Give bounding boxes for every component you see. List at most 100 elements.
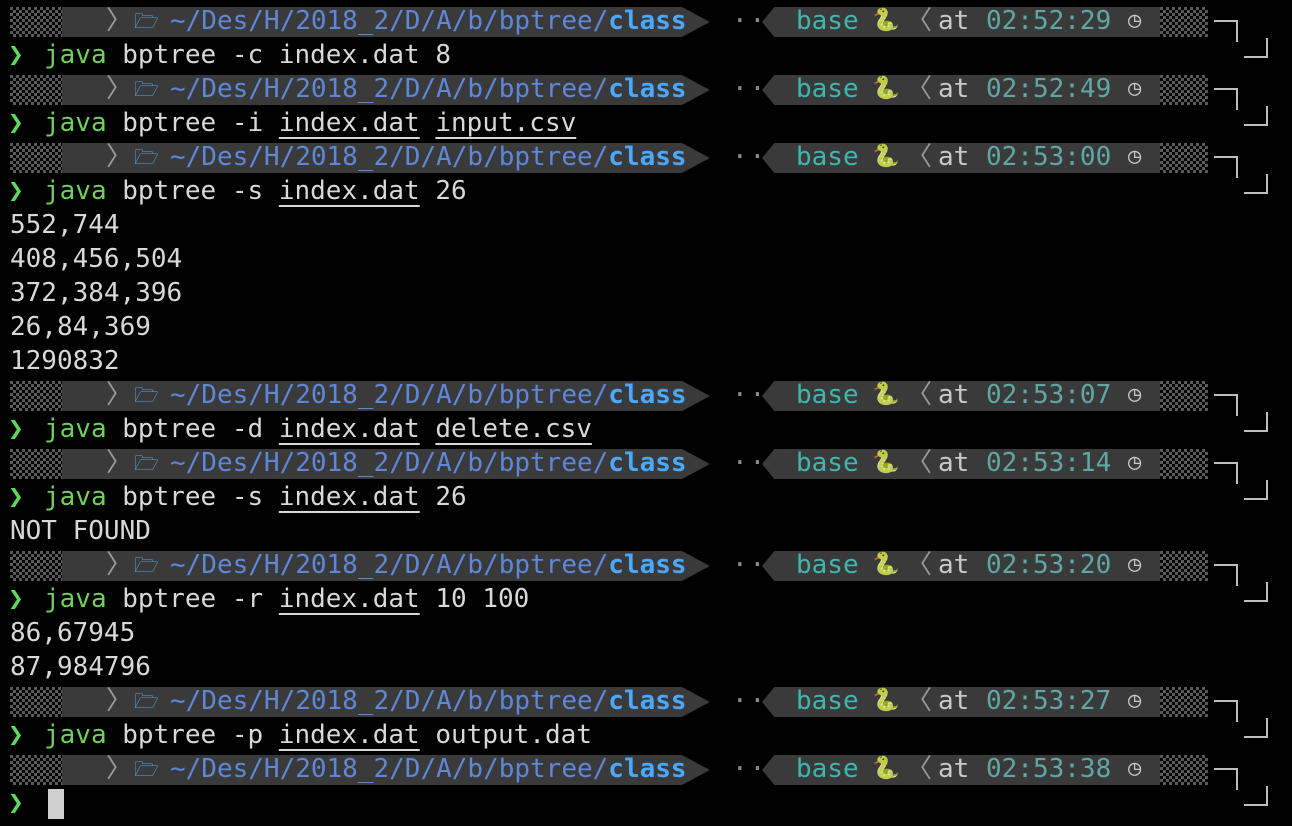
python-icon: 🐍 <box>872 144 900 169</box>
output-line: 552,744 <box>10 210 120 240</box>
chevron-right-icon: 〉 <box>106 142 133 172</box>
command-arg-file: index.dat <box>278 414 420 444</box>
chevron-left-icon: 〈 <box>906 142 933 172</box>
folder-icon: 🗁 <box>134 553 159 577</box>
command-arg-file: index.dat <box>278 108 420 138</box>
conda-env-name: base <box>796 142 859 172</box>
clock-icon: ◷ <box>1128 688 1142 713</box>
text-cursor[interactable] <box>48 788 64 819</box>
command-text: java bptree -d index.dat delete.csv <box>44 412 592 446</box>
at-label: at <box>938 74 970 104</box>
current-directory: ~/Des/H/2018_2/D/A/b/bptree/class <box>170 140 687 174</box>
prompt-separator-dots: ·· <box>732 686 768 716</box>
command-arg: input.csv <box>435 108 577 138</box>
command-text: java bptree -s index.dat 26 <box>44 174 467 208</box>
at-label: at <box>938 686 970 716</box>
command-program: bptree <box>122 108 217 138</box>
command-input[interactable] <box>44 786 64 820</box>
command-line: ❯ java bptree -i index.dat input.csv <box>0 106 1292 140</box>
at-label: at <box>938 142 970 172</box>
python-icon: 🐍 <box>872 76 900 101</box>
folder-icon: 🗁 <box>134 9 159 33</box>
python-icon: 🐍 <box>872 450 900 475</box>
prompt-char: ❯ <box>8 584 24 614</box>
command-flag: -s <box>231 176 264 206</box>
folder-icon: 🗁 <box>134 757 159 781</box>
prompt-separator-dots: ·· <box>732 6 768 36</box>
chevron-right-icon: 〉 <box>106 754 133 784</box>
directory-path: ~/Des/H/2018_2/D/A/b/bptree/ <box>170 6 609 36</box>
clock-icon: ◷ <box>1128 144 1142 169</box>
python-icon: 🐍 <box>872 8 900 33</box>
chevron-right-icon: 〉 <box>106 6 133 36</box>
prompt-right-dither <box>1160 75 1208 105</box>
chevron-left-icon: 〈 <box>906 448 933 478</box>
chevron-left-icon: 〈 <box>906 686 933 716</box>
conda-env-name: base <box>796 6 859 36</box>
command-keyword: java <box>44 414 107 444</box>
folder-icon: 🗁 <box>134 689 159 713</box>
chevron-right-icon: 〉 <box>106 74 133 104</box>
chevron-right-icon: 〉 <box>106 380 133 410</box>
output-line: 1290832 <box>10 346 120 376</box>
command-arg: 26 <box>435 482 467 512</box>
prompt-left-dither <box>10 7 62 37</box>
current-directory: ~/Des/H/2018_2/D/A/b/bptree/class <box>170 72 687 106</box>
chevron-right-icon: 〉 <box>106 550 133 580</box>
command-flag: -s <box>231 482 264 512</box>
command-text: java bptree -p index.dat output.dat <box>44 718 592 752</box>
command-text: java bptree -s index.dat 26 <box>44 480 467 514</box>
folder-icon: 🗁 <box>134 77 159 101</box>
prompt-char: ❯ <box>8 40 24 70</box>
python-icon: 🐍 <box>872 382 900 407</box>
conda-env-name: base <box>796 380 859 410</box>
prompt-left-dither <box>10 755 62 785</box>
directory-name: class <box>608 6 687 36</box>
python-icon: 🐍 <box>872 756 900 781</box>
command-arg-file: index.dat <box>278 40 420 70</box>
prompt-separator-dots: ·· <box>732 380 768 410</box>
prompt-right-dither <box>1160 551 1208 581</box>
directory-path: ~/Des/H/2018_2/D/A/b/bptree/ <box>170 142 609 172</box>
prompt-char: ❯ <box>8 414 24 444</box>
prompt-bar: 〉 🗁 ~/Des/H/2018_2/D/A/b/bptree/class ·· bas… <box>0 752 1292 806</box>
command-arg: delete.csv <box>435 414 592 444</box>
command-text: java bptree -c index.dat 8 <box>44 38 451 72</box>
prompt-left-dither <box>10 143 62 173</box>
command-arg-file: index.dat <box>278 482 420 512</box>
command-flag: -p <box>231 720 264 750</box>
prompt-separator-dots: ·· <box>732 142 768 172</box>
output-line: 26,84,369 <box>10 312 151 342</box>
clock-icon: ◷ <box>1128 450 1142 475</box>
command-line: ❯ java bptree -c index.dat 8 <box>0 38 1292 72</box>
prompt-left-dither <box>10 75 62 105</box>
directory-path: ~/Des/H/2018_2/D/A/b/bptree/ <box>170 380 609 410</box>
directory-name: class <box>608 448 687 478</box>
at-label: at <box>938 6 970 36</box>
prompt-right-dither <box>1160 381 1208 411</box>
clock-icon: ◷ <box>1128 8 1142 33</box>
output-line: 372,384,396 <box>10 278 183 308</box>
directory-name: class <box>608 550 687 580</box>
at-label: at <box>938 380 970 410</box>
command-arg: 26 <box>435 176 467 206</box>
directory-path: ~/Des/H/2018_2/D/A/b/bptree/ <box>170 550 609 580</box>
prompt-bar: 〉 🗁 ~/Des/H/2018_2/D/A/b/bptree/class ·· bas… <box>0 378 1292 432</box>
prompt-separator-dots: ·· <box>732 448 768 478</box>
folder-icon: 🗁 <box>134 383 159 407</box>
command-line: ❯ <box>0 786 1292 820</box>
command-line: ❯ java bptree -d index.dat delete.csv <box>0 412 1292 446</box>
clock-icon: ◷ <box>1128 76 1142 101</box>
command-arg: 8 <box>435 40 452 70</box>
terminal-window[interactable]: 〉 🗁 ~/Des/H/2018_2/D/A/b/bptree/class ·· bas… <box>0 0 1292 826</box>
command-arg-file: index.dat <box>278 176 420 206</box>
prompt-bar: 〉 🗁 ~/Des/H/2018_2/D/A/b/bptree/class ·· bas… <box>0 548 1292 602</box>
folder-icon: 🗁 <box>134 145 159 169</box>
command-keyword: java <box>44 108 107 138</box>
chevron-left-icon: 〈 <box>906 74 933 104</box>
prompt-time: 02:53:14 <box>986 448 1112 478</box>
command-line: ❯ java bptree -p index.dat output.dat <box>0 718 1292 752</box>
directory-path: ~/Des/H/2018_2/D/A/b/bptree/ <box>170 754 609 784</box>
command-line: ❯ java bptree -s index.dat 26 <box>0 174 1292 208</box>
prompt-separator-dots: ·· <box>732 754 768 784</box>
